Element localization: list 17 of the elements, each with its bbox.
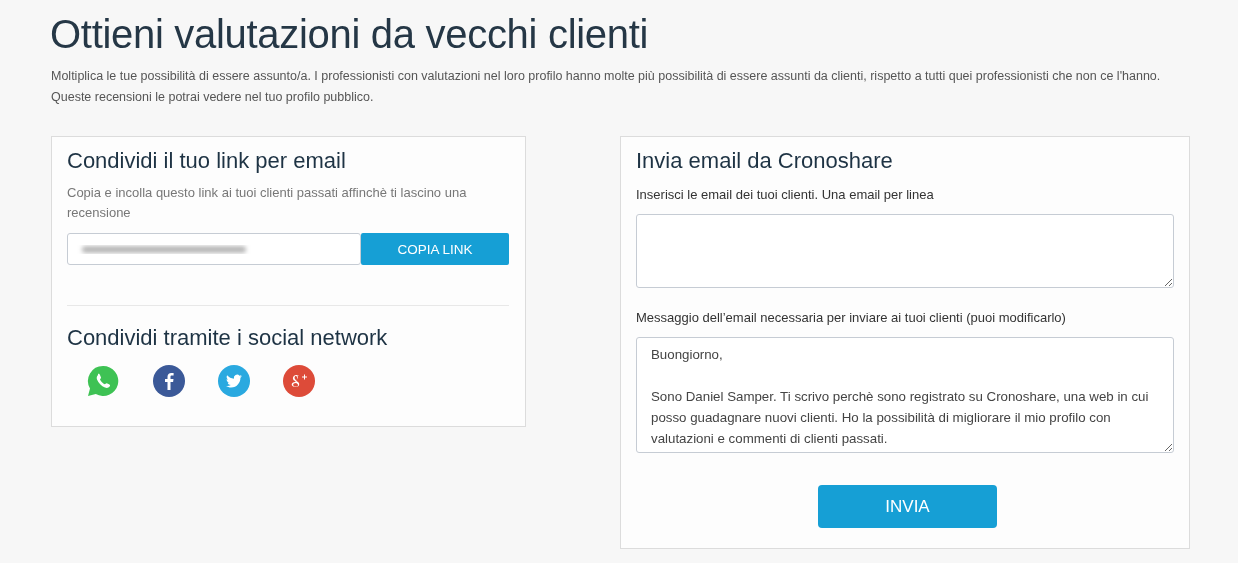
field-label: Inserisci le email dei tuoi clienti. Una email per linea (636, 187, 935, 202)
google-plus-icon[interactable] (283, 365, 315, 397)
emails-field[interactable] (636, 214, 1174, 288)
card-title: Condividi il tuo link per email (67, 147, 347, 175)
hint-text: Copia e incolla questo link ai tuoi clienti passati affinchè ti lascino una recensione (67, 184, 468, 222)
card-title: Condividi tramite i social network (67, 324, 389, 352)
link-field[interactable] (67, 233, 361, 265)
twitter-icon[interactable] (218, 365, 250, 397)
whatsapp-icon[interactable] (86, 364, 120, 398)
message-field[interactable]: Buongiorno, Sono Daniel Samper. Ti scrivo perchè sono registrato su Cronoshare, una web in cui posso guadagnare nuovi clienti. Ho la possibilità di migliorare il mio profilo con valutazioni e commenti di clienti passati. (636, 337, 1174, 453)
page-title: Ottieni valutazioni da vecchi clienti (50, 11, 650, 58)
send-button[interactable]: INVIA (818, 485, 997, 528)
copy-link-button[interactable]: COPIA LINK (361, 233, 509, 265)
card-title: Invia email da Cronoshare (636, 147, 894, 175)
field-label: Messaggio dell’email necessaria per inviare ai tuoi clienti (puoi modificarlo) (636, 310, 1067, 325)
facebook-icon[interactable] (153, 365, 185, 397)
intro-text: Moltiplica le tue possibilità di essere assunto/a. I professionisti con valutazioni nel loro profilo hanno molte più possibilità di essere assunti da clienti, rispetto a tutti quei professionisti che non ce l'hanno. Queste recensioni le potrai vedere nel tuo profilo pubblico. (51, 68, 1162, 106)
